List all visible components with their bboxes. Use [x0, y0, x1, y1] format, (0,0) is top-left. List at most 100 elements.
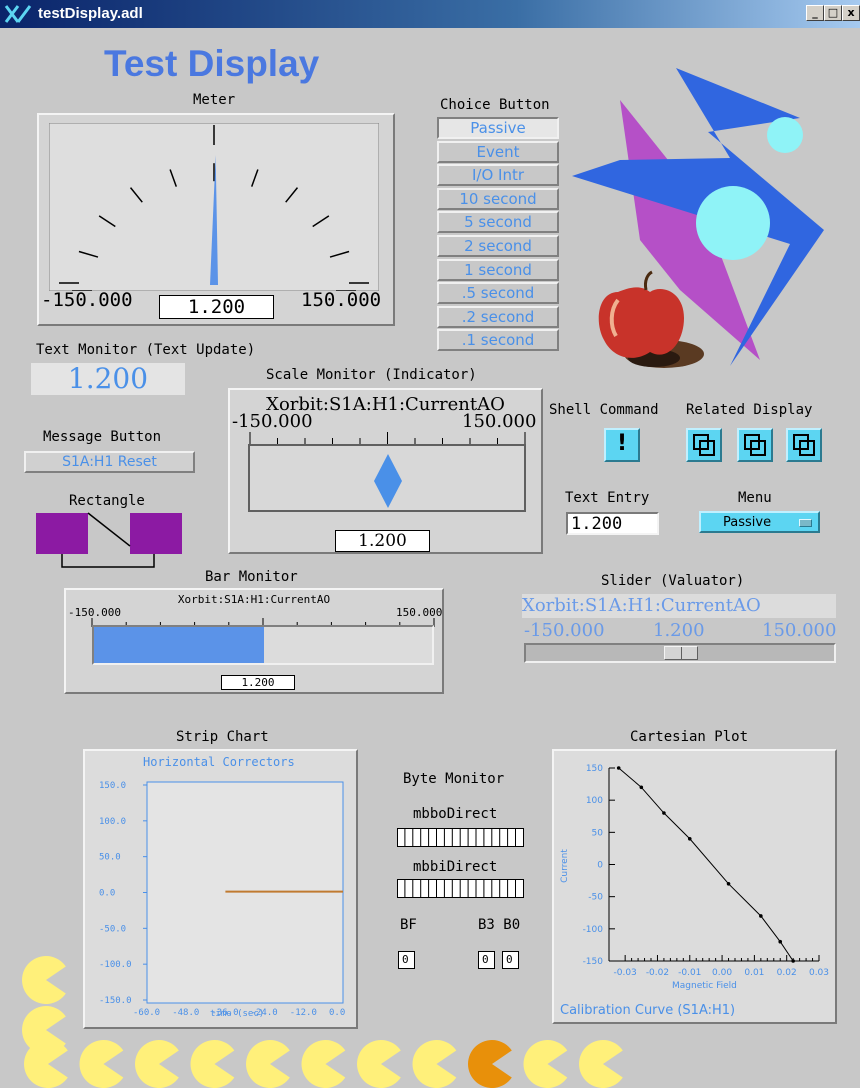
choice-option[interactable]: 5 second [437, 211, 559, 234]
scale-indicator-diamond [374, 454, 403, 508]
scale-monitor-value: 1.200 [335, 530, 430, 552]
pacman-shape [301, 1040, 346, 1088]
mbbi-label: mbbiDirect [413, 859, 498, 875]
menu-label: Menu [738, 490, 772, 506]
meter-label: Meter [193, 92, 236, 108]
choice-option[interactable]: 1 second [437, 258, 559, 281]
strip-y-tick-label: -50.0 [99, 924, 126, 934]
text-monitor-label: Text Monitor (Text Update) [36, 342, 256, 358]
scale-monitor-track [248, 444, 526, 512]
pacman-shape [79, 1040, 124, 1088]
cart-line [618, 767, 794, 962]
mbbo-label: mbboDirect [413, 806, 498, 822]
meter-max: 150.000 [301, 289, 382, 311]
related-display-icon [744, 434, 766, 456]
text-entry-input[interactable]: 1.200 [566, 512, 659, 535]
choice-option[interactable]: .5 second [437, 282, 559, 305]
pacman-shape [357, 1040, 401, 1088]
mbbi-byte-monitor [397, 879, 524, 898]
pacman-shape [523, 1040, 568, 1088]
scale-monitor-max: 150.000 [462, 411, 537, 432]
rectangle-graphic [36, 512, 182, 568]
choice-option[interactable]: Event [437, 140, 559, 163]
cartesian-ylabel: Current [559, 849, 570, 883]
menu-dropdown[interactable]: Passive [699, 511, 820, 533]
page-title: Test Display [104, 43, 320, 84]
cart-y-tick-label: 0 [597, 861, 603, 871]
pacman-shape [412, 1040, 457, 1088]
slider-channel: Xorbit:S1A:H1:CurrentAO [522, 594, 836, 618]
bar-monitor: Xorbit:S1A:H1:CurrentAO -150.000 150.000… [64, 588, 444, 694]
meter: -150.000 150.000 1.200 [37, 113, 395, 326]
text-entry-label: Text Entry [565, 490, 650, 506]
bar-monitor-label: Bar Monitor [205, 569, 298, 585]
choice-option[interactable]: 2 second [437, 235, 559, 257]
bar-monitor-track [92, 625, 434, 665]
bf-label: BF [400, 917, 417, 933]
apple-image [598, 270, 704, 368]
choice-option[interactable]: 10 second [437, 187, 559, 210]
shell-command-label: Shell Command [549, 402, 659, 418]
rectangle-label: Rectangle [69, 493, 145, 509]
shell-command-button[interactable]: ! [604, 428, 640, 462]
menu-value: Passive [723, 515, 772, 530]
cartesian-xlabel: Magnetic Field [672, 981, 737, 991]
minimize-icon[interactable]: _ [806, 5, 824, 21]
cart-point [726, 882, 731, 886]
cart-point [759, 914, 763, 918]
message-button[interactable]: S1A:H1 Reset [24, 451, 195, 473]
related-display-button-2[interactable] [737, 428, 773, 462]
choice-label: Choice Button [440, 97, 550, 113]
related-display-icon [693, 434, 715, 456]
close-icon[interactable]: x [842, 5, 860, 21]
strip-chart-label: Strip Chart [176, 729, 269, 745]
cart-point [662, 811, 666, 815]
bar-monitor-value: 1.200 [221, 675, 295, 690]
cart-y-tick-label: -50 [588, 893, 603, 903]
cart-y-tick-label: 150 [586, 764, 603, 774]
related-display-button-1[interactable] [686, 428, 722, 462]
slider-track[interactable] [524, 643, 836, 663]
cart-x-tick-label: 0.01 [744, 968, 764, 978]
bar-monitor-fill [94, 627, 265, 663]
scale-monitor-label: Scale Monitor (Indicator) [266, 367, 477, 383]
pacman-decoration [22, 956, 623, 1088]
byte-monitor-label: Byte Monitor [403, 771, 505, 787]
pacman-shape [190, 1040, 235, 1088]
cart-point [639, 785, 644, 790]
choice-option[interactable]: Passive [437, 117, 559, 139]
message-button-label: Message Button [43, 429, 162, 445]
slider-value: 1.200 [653, 620, 705, 641]
slider-max: 150.000 [762, 620, 837, 641]
meter-min: -150.000 [41, 289, 133, 311]
cart-point [687, 836, 692, 841]
window-title: testDisplay.adl [38, 5, 143, 22]
meter-dial [49, 123, 379, 291]
cart-point [791, 959, 795, 963]
choice-option[interactable]: I/O Intr [437, 164, 559, 187]
scale-monitor-min: -150.000 [232, 411, 313, 432]
pacman-shape [579, 1040, 623, 1088]
cart-point [616, 766, 621, 770]
slider-min: -150.000 [524, 620, 605, 641]
text-monitor-value: 1.200 [31, 363, 185, 395]
strip-y-tick-label: 100.0 [99, 817, 126, 827]
related-display-button-3[interactable] [786, 428, 822, 462]
slider-thumb[interactable] [664, 646, 699, 660]
large-circle [696, 186, 770, 260]
pacman-shape [135, 1040, 179, 1088]
cart-y-tick-label: 50 [592, 828, 604, 838]
choice-option[interactable]: .1 second [437, 329, 559, 352]
cart-x-tick-label: 0.02 [777, 968, 797, 978]
strip-y-tick-label: 150.0 [99, 781, 126, 791]
related-display-icon [793, 434, 815, 456]
meter-value: 1.200 [159, 295, 274, 319]
mbbo-byte-monitor [397, 828, 524, 847]
maximize-icon[interactable]: □ [824, 5, 842, 21]
window-titlebar[interactable]: testDisplay.adl _ □ x [0, 0, 860, 28]
pacman-shape [22, 956, 66, 1004]
choice-option[interactable]: .2 second [437, 305, 559, 328]
scale-monitor: Xorbit:S1A:H1:CurrentAO -150.000 150.000… [228, 388, 543, 554]
cart-x-tick-label: 0.00 [712, 968, 732, 978]
pacman-shape [246, 1040, 290, 1088]
